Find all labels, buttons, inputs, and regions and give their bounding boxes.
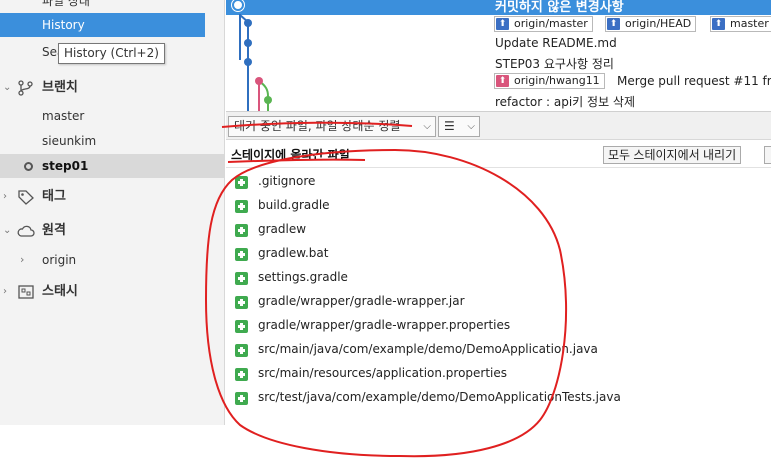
section-branches[interactable]: ⌄ 브랜치 <box>0 74 205 102</box>
commit-message[interactable]: Merge pull request #11 from <box>617 74 771 88</box>
file-path: gradlew <box>258 222 307 236</box>
file-added-icon <box>235 224 248 237</box>
section-tags[interactable]: › 태그 <box>0 183 205 211</box>
chevron-down-icon: ⌵ <box>467 121 475 132</box>
commit-node <box>244 19 252 27</box>
staged-file-list: .gitignore build.gradle gradlew gradlew.… <box>226 169 771 461</box>
file-path: src/main/java/com/example/demo/DemoAppli… <box>258 342 598 356</box>
view-mode-dropdown[interactable]: ☰ ⌵ <box>438 116 480 137</box>
commit-node <box>244 39 252 47</box>
branch-tag[interactable]: ⬆ origin/HEAD <box>605 16 697 32</box>
chevron-right-icon: › <box>3 286 7 297</box>
tag-icon <box>18 190 34 205</box>
commit-graph: 커밋하지 않은 변경사항 ⬆ origin/master ⬆ origin/HE… <box>226 0 771 111</box>
branches-title: 브랜치 <box>42 80 78 95</box>
file-added-icon <box>235 272 248 285</box>
commit-message[interactable]: Update README.md <box>495 36 617 50</box>
branch-tag[interactable]: ⬆ origin/master <box>494 16 593 32</box>
tag-label: origin/hwang11 <box>514 74 600 87</box>
lane-line <box>258 80 269 111</box>
file-row[interactable]: src/test/java/com/example/demo/DemoAppli… <box>226 386 771 410</box>
remote-branch-icon: ⬆ <box>607 18 620 30</box>
sidebar-item-file-status[interactable]: 파일 상태 <box>0 0 205 13</box>
current-branch-icon <box>24 162 33 171</box>
file-row[interactable]: settings.gradle <box>226 266 771 290</box>
chevron-right-icon: › <box>20 253 25 266</box>
staged-files-title: 스테이지에 올라간 파일 <box>231 148 350 162</box>
file-path: .gitignore <box>258 174 316 188</box>
tag-label: origin/HEAD <box>625 17 692 30</box>
commit-node <box>244 58 252 66</box>
file-row[interactable]: gradle/wrapper/gradle-wrapper.properties <box>226 314 771 338</box>
list-icon: ☰ <box>444 119 455 133</box>
uncommitted-changes-label: 커밋하지 않은 변경사항 <box>495 0 624 15</box>
file-added-icon <box>235 296 248 309</box>
commit-message[interactable]: refactor : api키 정보 삭제 <box>495 93 635 110</box>
sort-dropdown[interactable]: 대기 중인 파일, 파일 상태순 정렬 ⌵ <box>228 116 436 137</box>
file-added-icon <box>235 368 248 381</box>
stash-icon <box>18 285 34 299</box>
file-toolbar: 대기 중인 파일, 파일 상태순 정렬 ⌵ ☰ ⌵ <box>226 111 771 140</box>
remotes-title: 원격 <box>42 223 66 238</box>
section-remotes[interactable]: ⌄ 원격 <box>0 217 205 245</box>
branch-item[interactable]: master <box>0 104 205 128</box>
file-row[interactable]: .gitignore <box>226 170 771 194</box>
chevron-down-icon: ⌄ <box>3 82 12 93</box>
chevron-down-icon: ⌵ <box>423 121 431 132</box>
file-added-icon <box>235 248 248 261</box>
graph-lanes <box>239 14 272 111</box>
branch-item[interactable]: sieunkim <box>0 129 205 153</box>
file-added-icon <box>235 392 248 405</box>
file-row[interactable]: build.gradle <box>226 194 771 218</box>
file-path: gradlew.bat <box>258 246 329 260</box>
file-path: settings.gradle <box>258 270 348 284</box>
file-added-icon <box>235 200 248 213</box>
file-path: src/main/resources/application.propertie… <box>258 366 508 380</box>
file-path: build.gradle <box>258 198 330 212</box>
remote-label: origin <box>42 253 77 267</box>
stashes-title: 스태시 <box>42 284 78 299</box>
branch-tag[interactable]: ⬆ origin/hwang11 <box>494 73 605 89</box>
remote-item-origin[interactable]: › origin <box>0 248 205 272</box>
history-tooltip: History (Ctrl+2) <box>58 43 165 64</box>
sidebar-item-history[interactable]: History <box>0 13 205 37</box>
file-row[interactable]: gradlew.bat <box>226 242 771 266</box>
extra-button[interactable] <box>764 146 771 164</box>
chevron-down-icon: ⌄ <box>3 225 12 236</box>
file-row[interactable]: src/main/java/com/example/demo/DemoAppli… <box>226 338 771 362</box>
file-added-icon <box>235 320 248 333</box>
chevron-right-icon: › <box>3 191 7 202</box>
file-path: gradle/wrapper/gradle-wrapper.jar <box>258 294 465 308</box>
remote-branch-icon: ⬆ <box>496 75 509 87</box>
tag-label: origin/master <box>514 17 588 30</box>
sort-dropdown-label: 대기 중인 파일, 파일 상태순 정렬 <box>234 119 401 133</box>
file-added-icon <box>235 176 248 189</box>
file-path: src/test/java/com/example/demo/DemoAppli… <box>258 390 621 404</box>
branch-icon: ⬆ <box>712 18 725 30</box>
remote-branch-icon: ⬆ <box>496 18 509 30</box>
branch-label: step01 <box>42 159 89 173</box>
commit-node <box>264 96 272 104</box>
file-path: gradle/wrapper/gradle-wrapper.properties <box>258 318 511 332</box>
staged-files-header: 스테이지에 올라간 파일 모두 스테이지에서 내리기 <box>226 141 771 168</box>
file-row[interactable]: gradlew <box>226 218 771 242</box>
branch-tag[interactable]: ⬆ master <box>710 16 771 32</box>
section-stashes[interactable]: › 스태시 <box>0 278 205 306</box>
commit-node <box>255 77 263 85</box>
cloud-icon <box>17 225 35 237</box>
file-row[interactable]: gradle/wrapper/gradle-wrapper.jar <box>226 290 771 314</box>
file-row[interactable]: src/main/resources/application.propertie… <box>226 362 771 386</box>
branch-icon <box>18 80 33 96</box>
commit-message[interactable]: STEP03 요구사항 정리 <box>495 55 614 72</box>
tags-title: 태그 <box>42 189 66 204</box>
branch-item-current[interactable]: step01 <box>0 154 224 178</box>
tag-label: master <box>730 17 769 30</box>
unstage-all-button[interactable]: 모두 스테이지에서 내리기 <box>603 146 742 164</box>
commit-row-uncommitted[interactable]: 커밋하지 않은 변경사항 <box>226 0 771 15</box>
file-added-icon <box>235 344 248 357</box>
